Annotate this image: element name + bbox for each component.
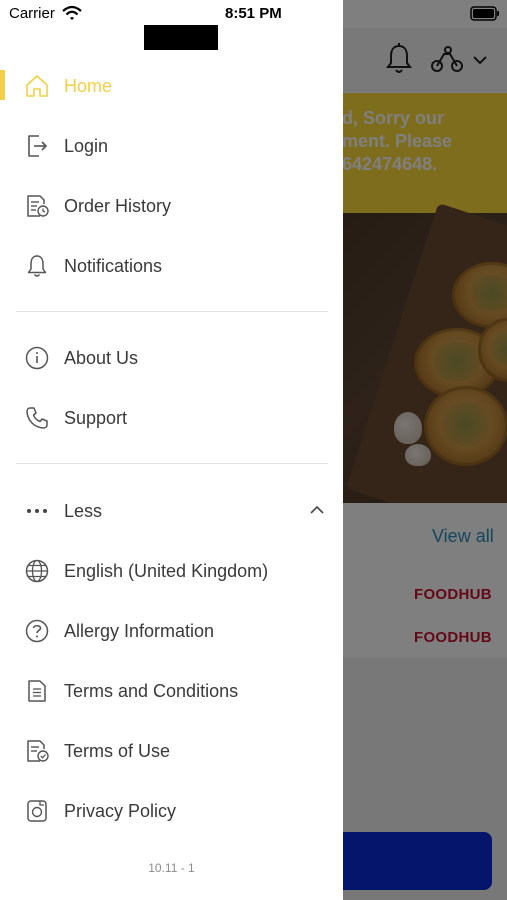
globe-icon <box>25 559 49 583</box>
menu-divider <box>16 463 328 464</box>
home-icon <box>26 75 48 97</box>
menu-item-terms-and-conditions[interactable]: Terms and Conditions <box>0 665 343 717</box>
menu-item-home[interactable]: Home <box>0 60 343 112</box>
battery-icon <box>470 6 499 21</box>
menu-item-label: English (United Kingdom) <box>64 560 269 581</box>
menu-item-label: Order History <box>64 195 172 216</box>
question-icon <box>25 619 49 643</box>
navigation-drawer: Home Login Order History Notifications A… <box>0 0 343 900</box>
login-icon <box>28 135 47 157</box>
chevron-up-icon <box>310 505 324 514</box>
menu-item-support[interactable]: Support <box>0 392 343 444</box>
privacy-icon <box>27 800 47 822</box>
menu-item-label: Less <box>64 500 103 521</box>
menu-item-language[interactable]: English (United Kingdom) <box>0 545 343 597</box>
document-check-icon <box>27 740 49 762</box>
wifi-icon <box>62 5 82 20</box>
order-history-icon <box>27 195 49 217</box>
carrier-label: Carrier <box>9 5 55 22</box>
menu-item-label: Support <box>64 407 128 428</box>
menu-item-label: Terms of Use <box>64 740 171 761</box>
menu-item-label: Terms and Conditions <box>64 680 239 701</box>
phone-icon <box>26 407 48 429</box>
app-version: 10.11 - 1 <box>148 861 195 875</box>
menu-toggle-less[interactable]: Less <box>0 485 343 537</box>
status-time: 8:51 PM <box>225 5 282 22</box>
status-bar: Carrier 8:51 PM <box>0 0 507 28</box>
menu-item-label: Allergy Information <box>64 620 215 641</box>
menu-item-label: Privacy Policy <box>64 800 177 821</box>
menu-item-order-history[interactable]: Order History <box>0 180 343 232</box>
menu-item-notifications[interactable]: Notifications <box>0 240 343 292</box>
menu-item-login[interactable]: Login <box>0 120 343 172</box>
info-icon <box>25 346 49 370</box>
menu-item-allergy-information[interactable]: Allergy Information <box>0 605 343 657</box>
redacted-block <box>144 25 218 50</box>
document-icon <box>28 680 46 702</box>
menu-item-privacy-policy[interactable]: Privacy Policy <box>0 785 343 837</box>
menu-divider <box>16 311 328 312</box>
ellipsis-icon <box>27 509 47 513</box>
menu-item-label: About Us <box>64 347 139 368</box>
menu-item-terms-of-use[interactable]: Terms of Use <box>0 725 343 777</box>
bell-icon <box>27 255 47 277</box>
menu-item-label: Home <box>64 75 113 96</box>
menu-item-about-us[interactable]: About Us <box>0 332 343 384</box>
menu-item-label: Login <box>64 135 109 156</box>
menu-item-label: Notifications <box>64 255 163 276</box>
